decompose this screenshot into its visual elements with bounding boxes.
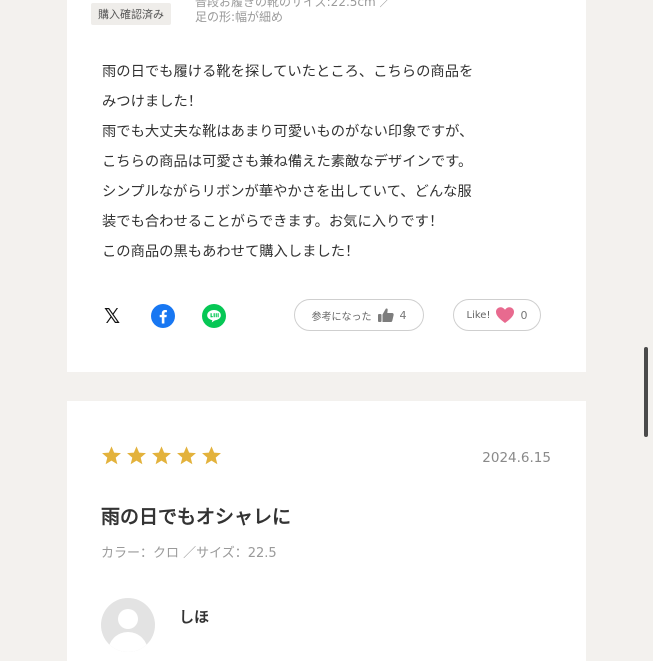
review-title: 雨の日でもオシャレに [101, 506, 292, 528]
review-line: シンプルながらリボンが華やかさを出していて、どんな服 [102, 184, 472, 200]
review-actions: 𝕏 参考になった 4 Like! 0 [100, 298, 553, 334]
like-button[interactable]: Like! 0 [453, 299, 541, 331]
helpful-button[interactable]: 参考になった 4 [294, 299, 424, 331]
review-line: みつけました！ [102, 94, 203, 110]
star-icon [177, 446, 196, 465]
facebook-icon[interactable] [151, 304, 175, 328]
shoe-size-meta: 普段お履きの靴のサイズ:22.5cm ／ [195, 0, 392, 9]
review-line: 雨の日でも履ける靴を探していたところ、こちらの商品を [102, 64, 474, 80]
review-line: こちらの商品は可愛さも兼ね備えた素敵なデザインです。 [102, 154, 473, 170]
star-icon [152, 446, 171, 465]
heart-icon [495, 306, 515, 324]
star-icon [202, 446, 221, 465]
review-card-top: 購入確認済み 普段お履きの靴のサイズ:22.5cm ／ 足の形:幅が細め 雨の日… [67, 0, 586, 372]
star-icon [127, 446, 146, 465]
scrollbar-thumb[interactable] [644, 347, 648, 437]
review-line: 雨でも大丈夫な靴はあまり可愛いものがない印象ですが、 [102, 124, 474, 140]
verified-purchase-badge: 購入確認済み [91, 3, 171, 25]
star-icon [102, 446, 121, 465]
thumbs-up-icon [377, 307, 395, 323]
helpful-label: 参考になった [311, 311, 372, 323]
like-label: Like! [466, 309, 491, 321]
x-logo-icon[interactable]: 𝕏 [100, 304, 124, 328]
like-count: 0 [520, 308, 528, 322]
reviewer-profile: 普段お履きの靴のサイズ:22.5cm ／ 足の形:幅が細め [195, 0, 392, 25]
avatar-body [108, 632, 148, 652]
review-line: 装でも合わせることがらできます。お気に入りです！ [102, 214, 444, 230]
review-date: 2024.6.15 [482, 450, 551, 466]
user-avatar-icon [101, 598, 155, 652]
review-meta: 購入確認済み 普段お履きの靴のサイズ:22.5cm ／ 足の形:幅が細め [91, 0, 392, 26]
star-rating [101, 445, 222, 466]
line-icon[interactable] [202, 304, 226, 328]
review-body: 雨の日でも履ける靴を探していたところ、こちらの商品を みつけました！ 雨でも大丈… [102, 57, 562, 267]
review-variant: カラー：クロ ／サイズ：22.5 [101, 546, 277, 561]
foot-shape-meta: 足の形:幅が細め [195, 10, 284, 24]
review-line: この商品の黒もあわせて購入しました！ [102, 244, 360, 260]
reviewer-name: しほ [179, 608, 210, 626]
helpful-count: 4 [399, 308, 407, 322]
avatar-head [118, 609, 138, 629]
